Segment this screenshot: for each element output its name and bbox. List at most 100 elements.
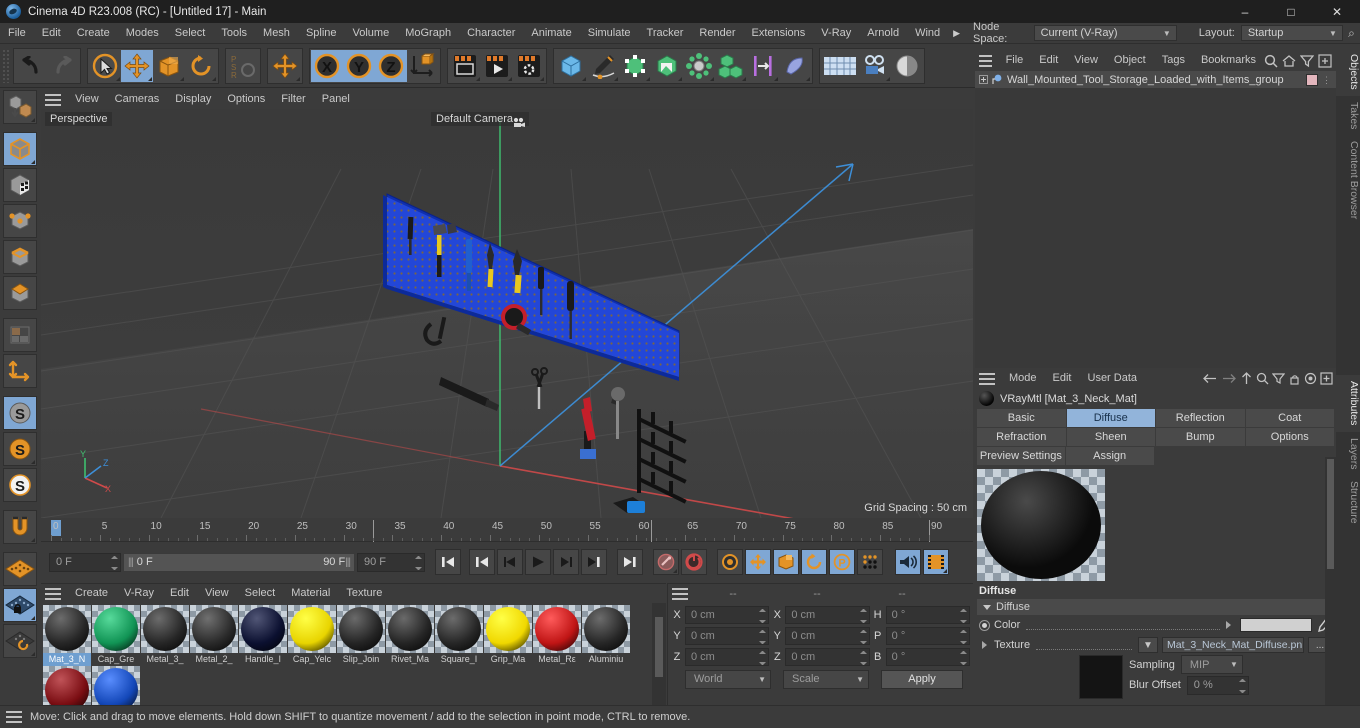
object-menu-file[interactable]: File xyxy=(998,50,1032,71)
texture-filename-field[interactable]: Mat_3_Neck_Mat_Diffuse.pn xyxy=(1162,637,1304,653)
material-swatch[interactable] xyxy=(337,605,385,653)
viewport-menu-icon[interactable] xyxy=(45,93,61,106)
enable-axis-button[interactable]: S xyxy=(3,396,37,430)
key-rotation-button[interactable] xyxy=(801,549,827,575)
record-active-objects-button[interactable] xyxy=(653,549,679,575)
material-swatch[interactable] xyxy=(288,605,336,653)
keyframe-selection-button[interactable] xyxy=(717,549,743,575)
menu-item-arnold[interactable]: Arnold xyxy=(859,23,907,44)
object-menu-edit[interactable]: Edit xyxy=(1031,50,1066,71)
material-item[interactable]: Mat_3_N xyxy=(43,605,91,666)
material-item[interactable]: Slip_Join xyxy=(337,605,385,666)
coordinate-field-size-x[interactable]: 0 cm xyxy=(785,605,870,624)
menu-item-mesh[interactable]: Mesh xyxy=(255,23,298,44)
material-item[interactable]: Metal_2_ xyxy=(190,605,238,666)
menu-item-render[interactable]: Render xyxy=(691,23,743,44)
go-to-next-key-button[interactable] xyxy=(581,549,607,575)
texture-thumbnail[interactable] xyxy=(1079,655,1123,699)
key-parameter-button[interactable]: P xyxy=(829,549,855,575)
blur-offset-field[interactable]: 0 % xyxy=(1186,675,1249,695)
material-tag-icon[interactable] xyxy=(1306,73,1318,86)
material-menu-texture[interactable]: Texture xyxy=(338,583,390,604)
material-item[interactable]: Metal_Rε xyxy=(533,605,581,666)
snap-settings-button[interactable]: S xyxy=(3,468,37,502)
object-search-icon[interactable] xyxy=(1264,54,1278,68)
attributes-back-icon[interactable] xyxy=(1202,372,1218,385)
menu-item-file[interactable]: File xyxy=(0,23,34,44)
enable-snapping-button[interactable]: S xyxy=(3,432,37,466)
attributes-tab-coat[interactable]: Coat xyxy=(1245,409,1334,427)
material-menu-v-ray[interactable]: V-Ray xyxy=(116,583,162,604)
grid-view-button[interactable] xyxy=(821,50,859,82)
coordinate-field-position-y[interactable]: 0 cm xyxy=(685,626,770,645)
material-swatch[interactable] xyxy=(582,605,630,653)
material-swatch[interactable] xyxy=(92,605,140,653)
make-editable-button[interactable] xyxy=(3,90,37,124)
menu-item-tools[interactable]: Tools xyxy=(213,23,255,44)
material-item[interactable]: Aluminiu xyxy=(582,605,630,666)
search-icon[interactable]: ⌕ xyxy=(1343,26,1360,41)
undo-button[interactable] xyxy=(15,50,47,82)
workplane-rotate-button[interactable] xyxy=(3,624,37,658)
menu-overflow-arrow[interactable]: ▶ xyxy=(948,28,965,39)
uv-mode-button[interactable] xyxy=(3,318,37,352)
object-filter-icon[interactable] xyxy=(1300,54,1314,68)
menu-item-create[interactable]: Create xyxy=(69,23,118,44)
z-axis-lock-button[interactable]: Z xyxy=(375,49,407,82)
workplane-button[interactable] xyxy=(3,552,37,586)
preview-range-bar[interactable]: ||| 0 F 90 F ||| xyxy=(123,552,355,572)
viewport-menu-panel[interactable]: Panel xyxy=(314,90,358,109)
previous-frame-button[interactable] xyxy=(497,549,523,575)
render-to-picture-viewer-button[interactable] xyxy=(481,50,513,82)
attributes-tab-assign[interactable]: Assign xyxy=(1065,447,1154,465)
layout-dropdown[interactable]: Startup ▼ xyxy=(1240,25,1343,41)
scrollbar-thumb[interactable] xyxy=(1327,459,1334,569)
move-tool-button[interactable] xyxy=(121,49,153,82)
world-object-coordinate-button[interactable] xyxy=(407,50,439,82)
menu-item-edit[interactable]: Edit xyxy=(34,23,69,44)
key-pla-button[interactable] xyxy=(857,549,883,575)
material-menu-material[interactable]: Material xyxy=(283,583,338,604)
material-menu-edit[interactable]: Edit xyxy=(162,583,197,604)
redo-button[interactable] xyxy=(47,50,79,82)
material-preview[interactable] xyxy=(977,469,1105,581)
spline-pen-button[interactable] xyxy=(587,50,619,82)
material-swatch-grid[interactable]: Mat_3_N Cap_Gre Metal_3_ Metal_2_ Handle_I Ca… xyxy=(41,603,652,705)
material-scrollbar[interactable] xyxy=(652,603,666,705)
texture-mode-button[interactable] xyxy=(3,168,37,202)
key-position-button[interactable] xyxy=(745,549,771,575)
material-item[interactable] xyxy=(43,666,91,705)
stepper-icon[interactable] xyxy=(414,556,422,570)
attributes-menu-mode[interactable]: Mode xyxy=(1001,368,1045,389)
x-axis-lock-button[interactable]: X xyxy=(311,49,343,82)
object-home-icon[interactable] xyxy=(1282,54,1296,68)
attributes-menu-user-data[interactable]: User Data xyxy=(1080,368,1146,389)
object-menu-view[interactable]: View xyxy=(1066,50,1106,71)
live-selection-tool-button[interactable] xyxy=(89,50,121,82)
attributes-menu-icon[interactable] xyxy=(979,372,995,385)
attributes-tab-basic[interactable]: Basic xyxy=(977,409,1066,427)
diffuse-group-header[interactable]: Diffuse xyxy=(977,599,1334,615)
chevron-right-icon[interactable] xyxy=(1226,621,1231,629)
menu-item-animate[interactable]: Animate xyxy=(523,23,579,44)
object-menu-bookmarks[interactable]: Bookmarks xyxy=(1193,50,1264,71)
menu-item-volume[interactable]: Volume xyxy=(345,23,398,44)
maximize-button[interactable]: □ xyxy=(1268,0,1314,23)
go-to-start-button[interactable] xyxy=(435,549,461,575)
go-to-end-button[interactable] xyxy=(617,549,643,575)
y-axis-lock-button[interactable]: Y xyxy=(343,49,375,82)
attributes-tab-diffuse[interactable]: Diffuse xyxy=(1066,409,1155,427)
attributes-tab-reflection[interactable]: Reflection xyxy=(1156,409,1245,427)
scrollbar-thumb[interactable] xyxy=(655,617,663,677)
sound-button[interactable] xyxy=(895,549,921,575)
range-grip-right-icon[interactable]: ||| xyxy=(345,557,351,568)
vertical-tab-layers[interactable]: Layers xyxy=(1336,432,1360,476)
go-to-previous-key-button[interactable] xyxy=(469,549,495,575)
menu-item-tracker[interactable]: Tracker xyxy=(639,23,692,44)
vertical-tab-takes[interactable]: Takes xyxy=(1336,96,1360,135)
object-menu-icon[interactable] xyxy=(979,54,992,67)
scene-nodes-button[interactable] xyxy=(683,50,715,82)
coordinate-field-size-z[interactable]: 0 cm xyxy=(785,647,870,666)
coordinate-mode-dropdown[interactable]: Scale ▼ xyxy=(783,669,869,689)
stepper-icon[interactable] xyxy=(959,630,967,644)
